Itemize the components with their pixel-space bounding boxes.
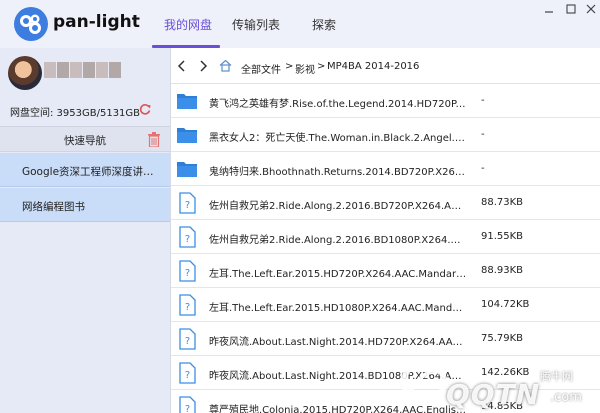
maximize-icon — [566, 4, 576, 14]
breadcrumb-all-files[interactable]: 全部文件 — [241, 61, 281, 76]
file-name: 鬼纳特归来.Bhoothnath.Returns.2014.BD720P.X26… — [209, 167, 467, 178]
unknown-file-icon: ? — [179, 396, 196, 413]
file-name: 左耳.The.Left.Ear.2015.HD1080P.X264.AAC.Ma… — [209, 303, 467, 314]
file-row[interactable]: 黄飞鸿之英雄有梦.Rise.of.the.Legend.2014.HD720P.… — [171, 84, 600, 118]
sidebar-item-label: Google资深工程师深度讲解... — [22, 166, 162, 178]
breadcrumb-separator: > — [317, 61, 326, 72]
minimize-button[interactable] — [543, 3, 555, 15]
unknown-file-icon: ? — [179, 226, 196, 248]
file-row[interactable]: ? 佐州自救兄弟2.Ride.Along.2.2016.BD1080P.X264… — [171, 220, 600, 254]
sidebar: 网盘空间: 3953GB/5131GB 快速导航 Google资深工程师深度讲解… — [0, 48, 171, 413]
refresh-icon[interactable] — [138, 102, 152, 116]
sidebar-item-network-books[interactable]: 网络编程图书 — [0, 188, 170, 222]
tab-my-disk[interactable]: 我的网盘 — [164, 16, 212, 33]
file-size: 104.72KB — [481, 299, 530, 310]
breadcrumb-current-folder: MP4BA 2014-2016 — [327, 61, 420, 72]
svg-text:?: ? — [185, 370, 190, 381]
unknown-file-icon: ? — [179, 362, 196, 384]
tab-transfer-list[interactable]: 传输列表 — [232, 16, 280, 33]
file-size: - — [481, 163, 485, 174]
folder-icon — [177, 94, 197, 109]
watermark: 腾牛网 QQTN .com — [400, 356, 600, 413]
breadcrumb-separator: > — [285, 61, 294, 72]
file-size: - — [481, 129, 485, 140]
svg-text:?: ? — [185, 200, 190, 211]
file-size: 91.55KB — [481, 231, 524, 242]
file-size: - — [481, 95, 485, 106]
file-name: 左耳.The.Left.Ear.2015.HD720P.X264.AAC.Man… — [209, 269, 467, 280]
file-row[interactable]: ? 左耳.The.Left.Ear.2015.HD720P.X264.AAC.M… — [171, 254, 600, 288]
maximize-button[interactable] — [565, 3, 577, 15]
file-row[interactable]: 黑衣女人2：死亡天使.The.Woman.in.Black.2.Angel.of… — [171, 118, 600, 152]
svg-text:?: ? — [185, 234, 190, 245]
svg-text:?: ? — [185, 404, 190, 413]
quick-nav-header: 快速导航 — [0, 126, 170, 152]
storage-usage: 网盘空间: 3953GB/5131GB — [10, 108, 141, 119]
file-row[interactable]: ? 左耳.The.Left.Ear.2015.HD1080P.X264.AAC.… — [171, 288, 600, 322]
file-name: 昨夜风流.About.Last.Night.2014.HD720P.X264.A… — [209, 337, 467, 348]
app-logo-icon — [14, 7, 48, 41]
file-name: 佐州自救兄弟2.Ride.Along.2.2016.BD720P.X264.AA… — [209, 201, 467, 212]
watermark-logo-icon — [401, 359, 447, 405]
folder-icon — [177, 128, 197, 143]
avatar[interactable] — [8, 56, 42, 90]
file-size: 88.73KB — [481, 197, 524, 208]
back-icon[interactable] — [177, 60, 187, 72]
file-row[interactable]: 鬼纳特归来.Bhoothnath.Returns.2014.BD720P.X26… — [171, 152, 600, 186]
close-icon — [586, 4, 596, 14]
close-button[interactable] — [585, 3, 597, 15]
minimize-icon — [545, 11, 553, 13]
quick-nav-label: 快速导航 — [64, 135, 106, 147]
file-row[interactable]: ? 昨夜风流.About.Last.Night.2014.HD720P.X264… — [171, 322, 600, 356]
title-bar: pan-light 我的网盘 传输列表 探索 — [0, 0, 600, 48]
folder-icon — [177, 162, 197, 177]
svg-text:?: ? — [185, 336, 190, 347]
unknown-file-icon: ? — [179, 192, 196, 214]
home-icon[interactable] — [219, 59, 232, 72]
sidebar-item-google-course[interactable]: Google资深工程师深度讲解... — [0, 153, 170, 187]
unknown-file-icon: ? — [179, 260, 196, 282]
trash-icon[interactable] — [148, 132, 160, 147]
svg-text:?: ? — [185, 302, 190, 313]
tab-explore[interactable]: 探索 — [312, 16, 336, 33]
watermark-domain: .com — [550, 390, 582, 405]
breadcrumb-movies[interactable]: 影视 — [295, 61, 315, 76]
file-size: 75.79KB — [481, 333, 524, 344]
file-name: 佐州自救兄弟2.Ride.Along.2.2016.BD1080P.X264.A… — [209, 235, 467, 246]
watermark-brand: QQTN — [446, 378, 541, 411]
unknown-file-icon: ? — [179, 294, 196, 316]
file-name: 黄飞鸿之英雄有梦.Rise.of.the.Legend.2014.HD720P.… — [209, 99, 467, 110]
file-name: 黑衣女人2：死亡天使.The.Woman.in.Black.2.Angel.of… — [209, 133, 467, 144]
file-row[interactable]: ? 佐州自救兄弟2.Ride.Along.2.2016.BD720P.X264.… — [171, 186, 600, 220]
path-bar: 全部文件 > 影视 > MP4BA 2014-2016 — [171, 48, 600, 84]
unknown-file-icon: ? — [179, 328, 196, 350]
file-size: 88.93KB — [481, 265, 524, 276]
app-title: pan-light — [53, 12, 140, 32]
watermark-site: 腾牛网 — [540, 370, 573, 383]
username-blurred — [44, 62, 122, 78]
forward-icon[interactable] — [198, 60, 208, 72]
svg-text:?: ? — [185, 268, 190, 279]
sidebar-item-label: 网络编程图书 — [22, 201, 85, 213]
